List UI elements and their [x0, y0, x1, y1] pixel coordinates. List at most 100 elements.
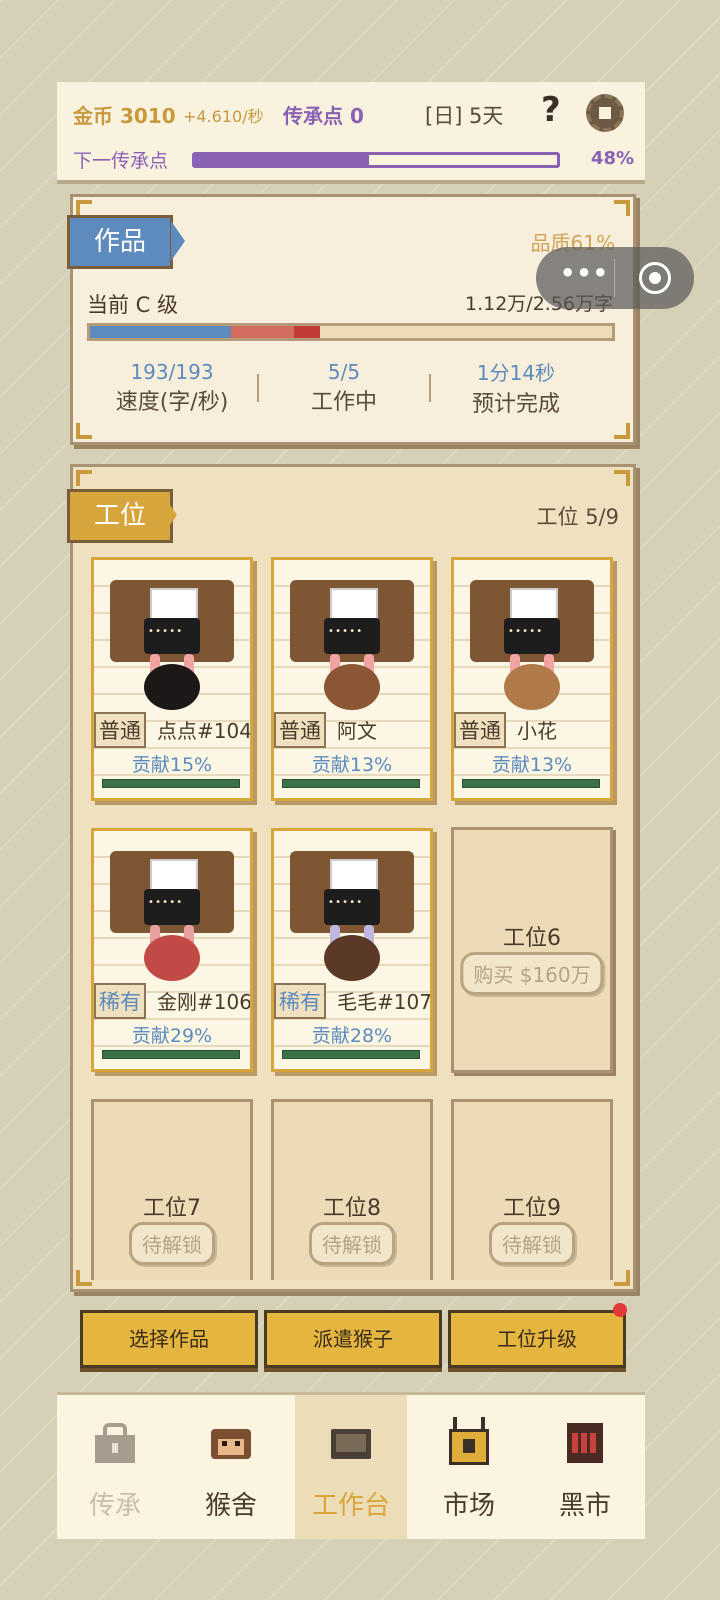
day-counter: [日] 5天: [425, 104, 504, 128]
typewriter-icon: [504, 618, 560, 654]
worker-name: 小花: [517, 719, 557, 743]
work-tag: 作品: [67, 215, 174, 269]
stations-panel: 工位 工位 5/9 普通 点点#104 贡献15% 普通 阿文 贡献13% 普通…: [67, 464, 636, 1292]
corner-deco: [76, 200, 92, 216]
rarity-badge: 稀有: [274, 983, 326, 1019]
stat-value: 1分14秒: [476, 361, 556, 385]
worker-card[interactable]: 稀有 毛毛#107 贡献28%: [271, 828, 433, 1072]
worker-contribution: 贡献29%: [131, 1025, 213, 1047]
dispatch-monkey-button[interactable]: 派遣猴子: [264, 1310, 442, 1368]
next-legacy-label: 下一传承点: [73, 150, 169, 172]
nav-legacy[interactable]: 传承: [59, 1395, 171, 1539]
divider: [614, 259, 615, 297]
gear-icon[interactable]: [586, 94, 624, 132]
worker-name: 毛毛#107: [337, 990, 432, 1014]
nav-black-market[interactable]: 黑市: [529, 1395, 641, 1539]
worker-name: 金刚#106: [157, 990, 252, 1014]
stat-label: 预计完成: [471, 392, 560, 417]
worker-card[interactable]: 普通 阿文 贡献13%: [271, 557, 433, 801]
worker-contribution: 贡献28%: [311, 1025, 393, 1047]
corner-deco: [614, 1270, 630, 1286]
station-slot-9: 工位9 待解锁: [451, 1099, 613, 1280]
legacy-progress-bar: [192, 152, 560, 168]
worker-card[interactable]: 稀有 金刚#106 贡献29%: [91, 828, 253, 1072]
worker-bar: [462, 779, 600, 788]
work-panel: 作品 品质61% 当前 C 级 1.12万/2.56万字 193/193 速度(…: [67, 194, 636, 445]
slot-title: 工位9: [503, 1196, 561, 1221]
progress-segment: [293, 326, 320, 338]
legacy-progress-fill: [195, 155, 369, 165]
buy-slot-button[interactable]: 购买 $160万: [460, 952, 604, 995]
nav-monkey-house[interactable]: 猴舍: [175, 1395, 287, 1539]
gold-rate: +4.610/秒: [183, 107, 264, 126]
rarity-badge: 稀有: [94, 983, 146, 1019]
rarity-badge: 普通: [274, 712, 326, 748]
monkey-avatar: [324, 935, 380, 981]
stat-value: 193/193: [130, 359, 214, 384]
station-slot-6: 工位6 购买 $160万: [451, 827, 613, 1073]
upgrade-station-button[interactable]: 工位升级: [448, 1310, 626, 1368]
help-icon[interactable]: ?: [541, 90, 561, 130]
work-progress-bar: [87, 323, 615, 341]
station-slot-8: 工位8 待解锁: [271, 1099, 433, 1280]
monkey-avatar: [144, 935, 200, 981]
stat-value: 5/5: [327, 359, 361, 384]
progress-segment: [230, 326, 294, 338]
worker-contribution: 贡献15%: [131, 754, 213, 776]
worker-bar: [102, 779, 240, 788]
stat-working: 5/5 工作中: [259, 360, 429, 416]
legacy-points: 传承点 0: [283, 104, 364, 128]
black-market-icon: [565, 1423, 605, 1463]
worker-bar: [102, 1050, 240, 1059]
worker-contribution: 贡献13%: [311, 754, 393, 776]
lock-icon: [95, 1423, 135, 1463]
stat-label: 速度(字/秒): [115, 389, 229, 415]
market-icon: [449, 1417, 489, 1465]
nav-workbench[interactable]: 工作台: [295, 1395, 407, 1539]
locked-button[interactable]: 待解锁: [489, 1222, 575, 1265]
worker-card[interactable]: 普通 小花 贡献13%: [451, 557, 613, 801]
corner-deco: [614, 470, 630, 486]
progress-segment: [90, 326, 231, 338]
stations-tag: 工位: [67, 489, 174, 543]
legacy-progress-pct: 48%: [591, 148, 635, 169]
select-work-button[interactable]: 选择作品: [80, 1310, 258, 1368]
monkey-avatar: [504, 664, 560, 710]
stat-label: 工作中: [310, 389, 377, 415]
slot-title: 工位6: [503, 926, 561, 951]
nav-label: 传承: [88, 1491, 141, 1521]
slot-title: 工位8: [323, 1196, 381, 1221]
resource-header: 金币 3010 +4.610/秒 传承点 0 [日] 5天 ? 下一传承点 48…: [57, 82, 645, 184]
worker-card[interactable]: 普通 点点#104 贡献15%: [91, 557, 253, 801]
station-slot-7: 工位7 待解锁: [91, 1099, 253, 1280]
station-count: 工位 5/9: [536, 505, 619, 529]
worker-bar: [282, 779, 420, 788]
rarity-badge: 普通: [454, 712, 506, 748]
work-stats: 193/193 速度(字/秒) 5/5 工作中 1分14秒 预计完成: [87, 357, 601, 418]
nav-label: 工作台: [311, 1491, 390, 1521]
stat-eta: 1分14秒 预计完成: [431, 357, 601, 418]
nav-label: 猴舍: [204, 1491, 257, 1521]
close-icon[interactable]: [639, 262, 671, 294]
capsule-menu: •••: [536, 247, 694, 309]
bottom-nav: 传承 猴舍 工作台 市场 黑市: [57, 1392, 645, 1539]
more-icon[interactable]: •••: [560, 259, 609, 287]
typewriter-icon: [324, 618, 380, 654]
nav-label: 黑市: [558, 1491, 611, 1521]
worker-name: 点点#104: [157, 719, 252, 743]
tag-arrow: [163, 495, 177, 535]
corner-deco: [614, 200, 630, 216]
typewriter-icon: [144, 889, 200, 925]
slot-title: 工位7: [143, 1196, 201, 1221]
stat-speed: 193/193 速度(字/秒): [87, 360, 257, 416]
locked-button[interactable]: 待解锁: [309, 1222, 395, 1265]
monkey-avatar: [324, 664, 380, 710]
typewriter-icon: [324, 889, 380, 925]
nav-market[interactable]: 市场: [413, 1395, 525, 1539]
typewriter-icon: [144, 618, 200, 654]
corner-deco: [76, 423, 92, 439]
monkey-icon: [211, 1423, 251, 1463]
locked-button[interactable]: 待解锁: [129, 1222, 215, 1265]
worker-contribution: 贡献13%: [491, 754, 573, 776]
current-grade: 当前 C 级: [87, 293, 179, 317]
